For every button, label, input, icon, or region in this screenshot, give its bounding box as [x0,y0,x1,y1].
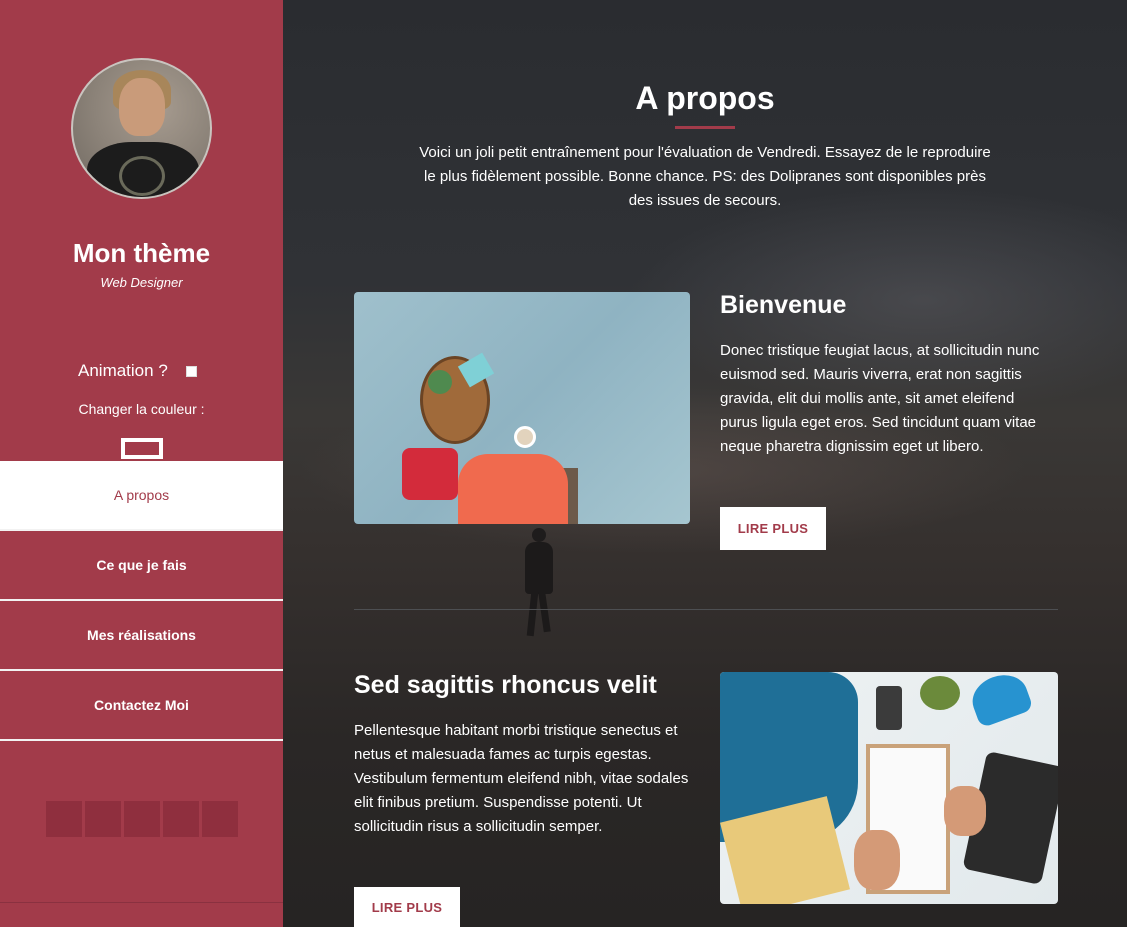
walker-head [532,528,546,542]
avatar-face [119,78,165,136]
main-content: A propos Voici un joli petit entraînemen… [283,0,1127,927]
animation-toggle-row: Animation ? [78,361,197,381]
social-icon-1[interactable] [46,801,82,837]
drawing-desk-image [720,672,1058,904]
welcome-image [354,292,690,524]
social-links [46,801,238,837]
site-title: Mon thème [72,238,211,268]
social-icon-5[interactable] [202,801,238,837]
second-heading: Sed sagittis rhoncus velit [354,671,657,699]
image-dress [458,454,568,524]
background-walker-silhouette [519,520,559,640]
image-plant [428,370,452,394]
intro-text: Voici un joli petit entraînement pour l'… [419,144,991,209]
second-text: Pellentesque habitant morbi tristique se… [354,722,689,835]
walker-leg-left [526,591,539,637]
sidebar-nav: A propos Ce que je fais Mes réalisations… [0,461,283,741]
animation-label: Animation ? [78,361,168,380]
social-icon-4[interactable] [163,801,199,837]
social-icon-3[interactable] [124,801,160,837]
sidebar: Mon thème Web Designer Animation ? Chang… [0,0,283,927]
image-plant-pot [920,676,960,710]
site-subtitle: Web Designer [100,275,183,290]
image-hand-drawing [944,786,986,836]
image-coffee-cup [514,426,536,448]
social-icon-2[interactable] [85,801,121,837]
sidebar-divider [0,902,283,903]
image-pencil-cup [876,686,902,730]
nav-item-a-propos[interactable]: A propos [0,461,283,531]
image-handbag [402,448,458,500]
welcome-read-more-button[interactable]: LIRE PLUS [720,507,826,550]
profile-avatar [71,58,212,199]
walker-body [525,542,553,594]
welcome-text: Donec tristique feugiat lacus, at sollic… [720,342,1040,455]
animation-checkbox[interactable] [185,365,197,377]
image-desk-lamp [966,672,1034,729]
avatar-shirt-print [119,156,165,196]
section-title: A propos [635,80,775,116]
nav-item-ce-que-je-fais[interactable]: Ce que je fais [0,531,283,601]
second-read-more-button[interactable]: LIRE PLUS [354,887,460,927]
nav-item-mes-realisations[interactable]: Mes réalisations [0,601,283,671]
color-change-label: Changer la couleur : [78,401,205,417]
color-picker-button[interactable] [121,438,163,459]
section-divider [354,609,1058,610]
image-hand-holding [854,830,900,890]
welcome-heading: Bienvenue [720,291,847,319]
nav-item-contactez-moi[interactable]: Contactez Moi [0,671,283,741]
walker-leg-right [538,591,551,633]
title-underline [675,126,735,129]
